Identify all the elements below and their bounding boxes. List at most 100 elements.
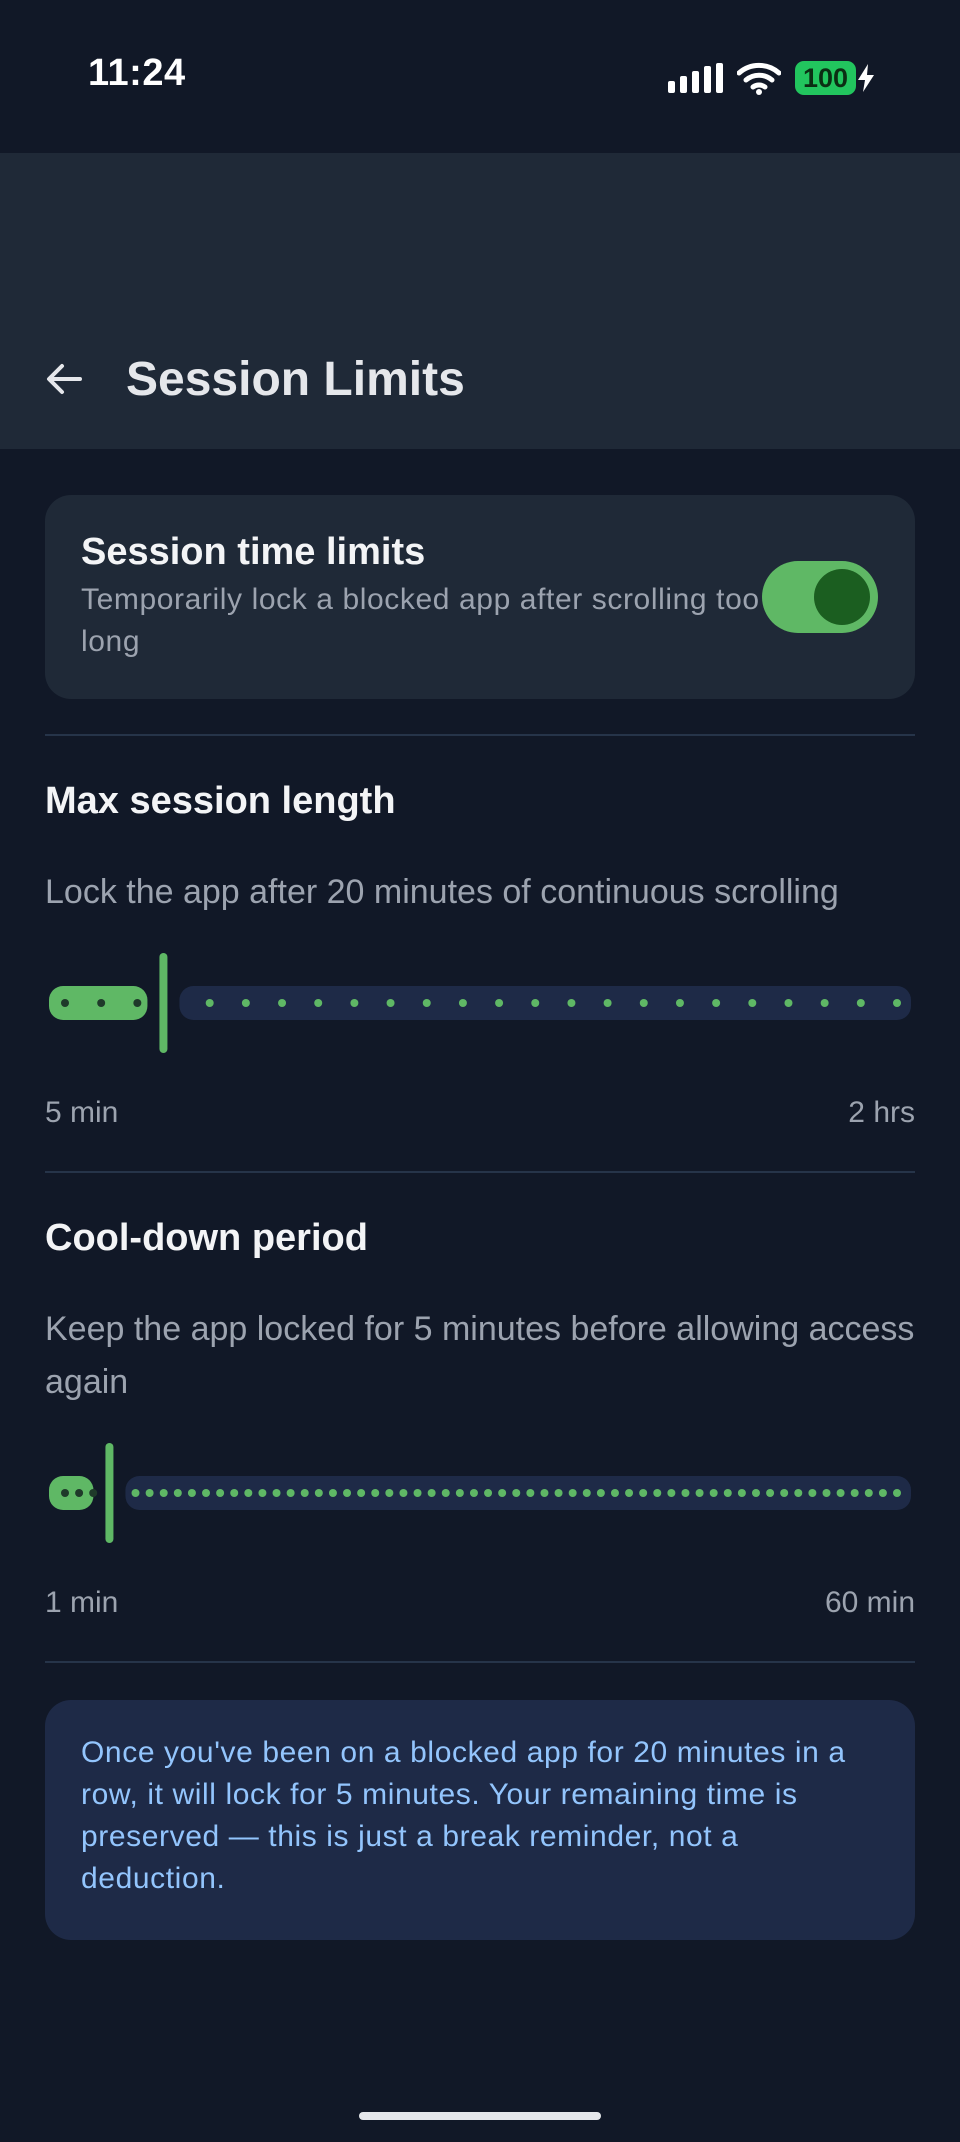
cooldown-tick-mark — [794, 1489, 803, 1497]
cooldown-tick-mark — [145, 1489, 154, 1497]
back-button[interactable] — [36, 351, 92, 407]
cooldown-tick-mark — [441, 1489, 450, 1497]
cooldown-tick-mark — [667, 1489, 676, 1497]
cooldown-active-track — [49, 1476, 94, 1510]
max-session-tick-mark — [856, 999, 865, 1007]
cooldown-min-label: 1 min — [45, 1586, 119, 1619]
cooldown-tick-mark — [568, 1489, 577, 1497]
max-session-tick-mark — [531, 999, 540, 1007]
divider — [45, 1661, 915, 1663]
max-session-tick-mark — [314, 999, 323, 1007]
home-indicator[interactable] — [359, 2112, 601, 2120]
cooldown-title: Cool-down period — [45, 1217, 368, 1259]
cooldown-tick-mark — [286, 1489, 295, 1497]
cooldown-tick-mark — [822, 1489, 831, 1497]
cooldown-description: Keep the app locked for 5 minutes before… — [45, 1310, 915, 1401]
max-session-tick-mark — [567, 999, 576, 1007]
max-session-tick-mark — [278, 999, 287, 1007]
info-card: Once you've been on a blocked app for 20… — [45, 1700, 915, 1940]
cooldown-tick-mark — [653, 1489, 662, 1497]
cooldown-tick-mark — [893, 1489, 901, 1497]
cooldown-tick-mark — [187, 1489, 196, 1497]
cooldown-tick-mark — [808, 1489, 817, 1497]
max-session-tick-mark — [61, 999, 69, 1007]
cooldown-tick-mark — [484, 1489, 493, 1497]
cooldown-tick-mark — [427, 1489, 436, 1497]
max-session-tick-mark — [603, 999, 612, 1007]
cooldown-tick-mark — [554, 1489, 563, 1497]
max-session-slider-track — [49, 953, 911, 1053]
cooldown-tick-mark — [399, 1489, 408, 1497]
cooldown-tick-mark — [328, 1489, 337, 1497]
signal-icon — [667, 63, 723, 93]
cooldown-tick-mark — [540, 1489, 549, 1497]
cooldown-tick-mark — [766, 1489, 775, 1497]
cooldown-tick-mark — [230, 1489, 239, 1497]
cooldown-tick-mark — [202, 1489, 211, 1497]
max-session-inactive-track — [179, 986, 911, 1020]
max-session-tick-mark — [350, 999, 359, 1007]
max-session-tick-mark — [712, 999, 721, 1007]
cooldown-tick-mark — [596, 1489, 605, 1497]
page-title: Session Limits — [126, 353, 465, 406]
cooldown-tick-mark — [343, 1489, 352, 1497]
max-session-tick-mark — [205, 999, 214, 1007]
cooldown-tick-mark — [737, 1489, 746, 1497]
cooldown-slider[interactable] — [45, 1438, 915, 1548]
cooldown-tick-mark — [681, 1489, 690, 1497]
max-session-slider[interactable] — [45, 948, 915, 1058]
max-session-tick-mark — [458, 999, 467, 1007]
max-session-tick-mark — [97, 999, 106, 1007]
cooldown-thumb — [105, 1443, 114, 1543]
cooldown-tick-mark — [850, 1489, 859, 1497]
status-icons: 100 — [667, 58, 874, 98]
session-limits-card: Session time limits Temporarily lock a b… — [45, 495, 915, 699]
cooldown-tick-mark — [258, 1489, 267, 1497]
cooldown-tick-mark — [639, 1489, 648, 1497]
status-bar: 11:24 100 — [0, 0, 960, 153]
max-session-description: Lock the app after 20 minutes of continu… — [45, 873, 839, 911]
cooldown-tick-mark — [131, 1489, 140, 1497]
max-session-title: Max session length — [45, 780, 396, 822]
cooldown-tick-mark — [61, 1489, 69, 1497]
app-bar: Session Limits — [0, 153, 960, 449]
cooldown-tick-mark — [709, 1489, 718, 1497]
cooldown-tick-mark — [413, 1489, 422, 1497]
max-session-tick-mark — [748, 999, 757, 1007]
session-limits-toggle[interactable] — [762, 561, 878, 633]
cooldown-tick-mark — [300, 1489, 309, 1497]
cooldown-tick-mark — [723, 1489, 732, 1497]
max-session-tick-mark — [820, 999, 829, 1007]
cooldown-tick-mark — [159, 1489, 168, 1497]
cooldown-tick-mark — [878, 1489, 887, 1497]
cooldown-tick-mark — [498, 1489, 507, 1497]
cooldown-tick-mark — [371, 1489, 380, 1497]
max-session-tick-mark — [133, 999, 142, 1007]
cooldown-tick-mark — [780, 1489, 789, 1497]
status-time: 11:24 — [88, 52, 186, 94]
cooldown-tick-mark — [385, 1489, 394, 1497]
max-session-tick-mark — [893, 999, 901, 1007]
cooldown-tick-mark — [272, 1489, 281, 1497]
cooldown-tick-mark — [314, 1489, 323, 1497]
cooldown-slider-track — [49, 1443, 912, 1543]
cooldown-tick-mark — [89, 1489, 98, 1497]
battery-level: 100 — [794, 61, 856, 95]
max-session-tick-mark — [639, 999, 648, 1007]
max-session-tick-mark — [495, 999, 504, 1007]
cooldown-max-label: 60 min — [824, 1586, 915, 1619]
cooldown-tick-mark — [582, 1489, 591, 1497]
charging-bolt-icon — [858, 64, 874, 92]
max-session-tick-mark — [386, 999, 395, 1007]
arrow-left-icon — [47, 364, 82, 394]
max-session-tick-mark — [422, 999, 431, 1007]
cooldown-tick-mark — [455, 1489, 464, 1497]
cooldown-tick-mark — [836, 1489, 845, 1497]
session-limits-title: Session time limits — [81, 531, 426, 573]
cooldown-tick-mark — [357, 1489, 366, 1497]
max-session-tick-mark — [241, 999, 250, 1007]
cooldown-tick-mark — [469, 1489, 478, 1497]
cooldown-tick-mark — [695, 1489, 704, 1497]
cooldown-tick-mark — [216, 1489, 225, 1497]
cooldown-tick-mark — [751, 1489, 760, 1497]
